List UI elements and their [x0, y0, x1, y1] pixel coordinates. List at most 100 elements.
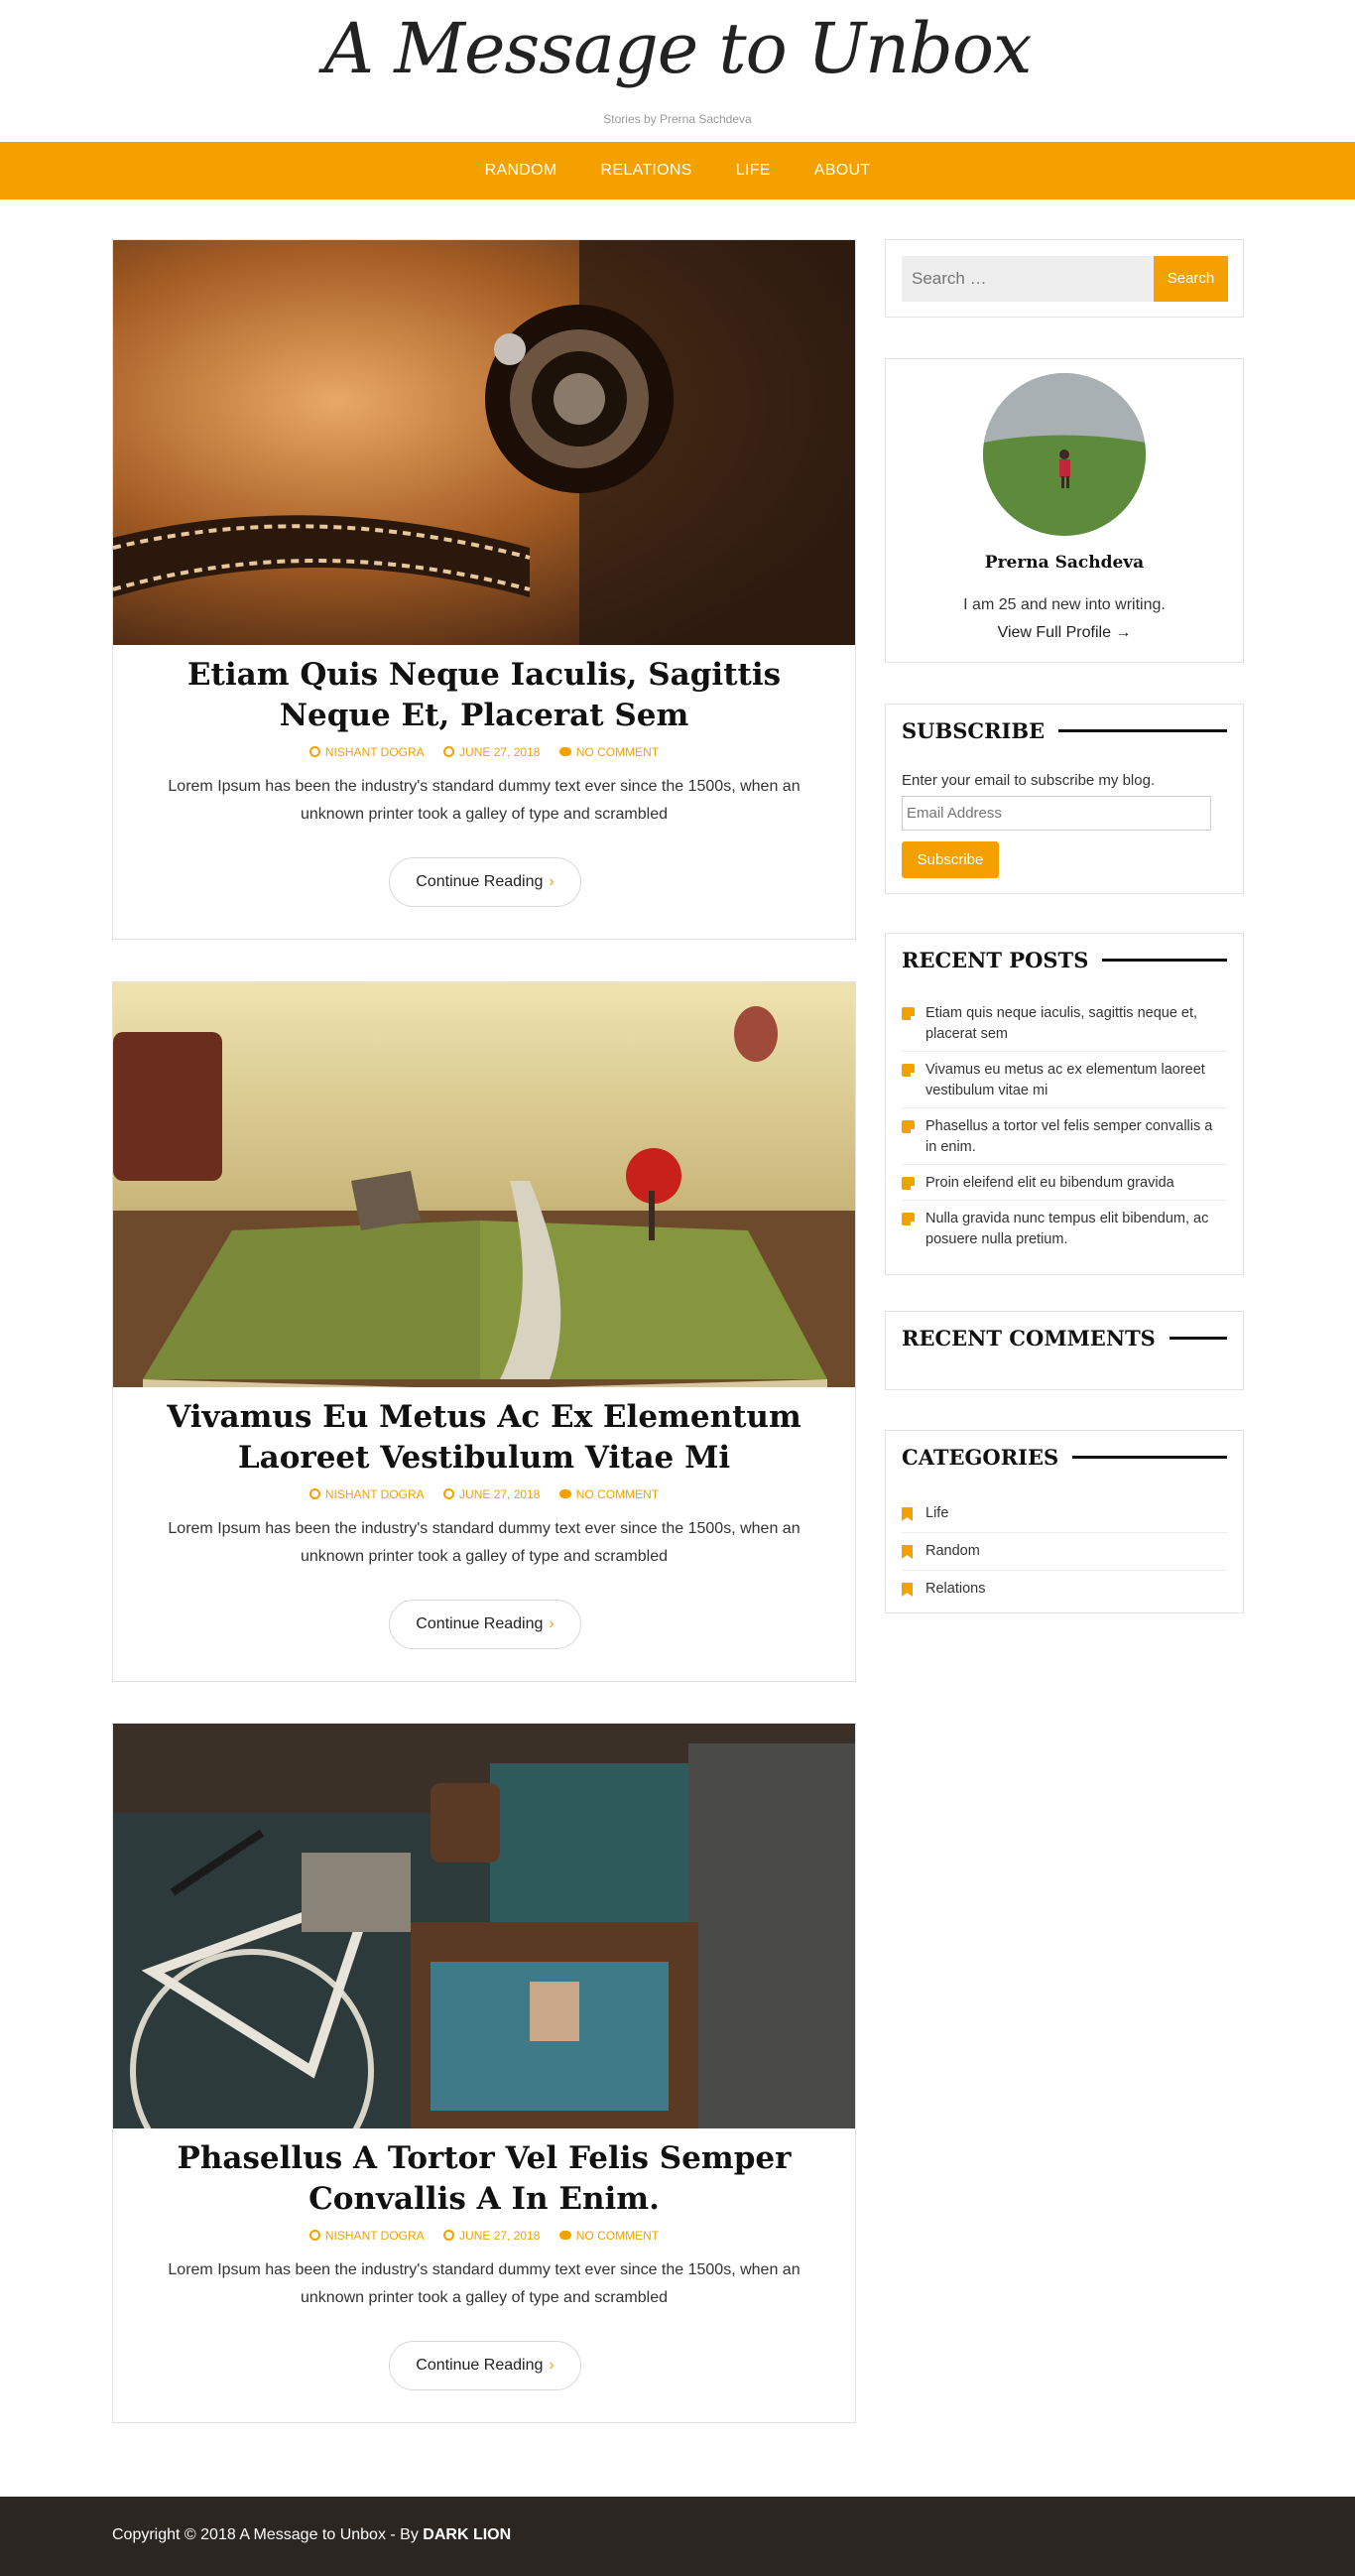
subscribe-text: Enter your email to subscribe my blog.: [902, 772, 1156, 789]
user-icon: [308, 746, 320, 757]
category-item-relations[interactable]: Relations: [902, 1579, 1227, 1600]
document-icon: [902, 1213, 916, 1226]
post-excerpt: Lorem Ipsum has been the industry's stan…: [168, 1520, 801, 1565]
widget-title: RECENT POSTS: [902, 948, 1227, 972]
post-excerpt: Lorem Ipsum has been the industry's stan…: [168, 2261, 801, 2306]
categories-title: CATEGORIES: [902, 1445, 1059, 1470]
title-divider: [1169, 1337, 1227, 1340]
widget-title: CATEGORIES: [902, 1445, 1227, 1470]
bookmark-icon: [902, 1507, 913, 1521]
recent-post-link: Proin eleifend elit eu bibendum gravida: [925, 1175, 1174, 1191]
copyright-label: Copyright © 2018 A Message to Unbox - By: [112, 2526, 424, 2543]
chevron-right-icon: ›: [549, 1615, 554, 1632]
copyright-text: Copyright © 2018 A Message to Unbox - By…: [112, 2526, 511, 2544]
post-title[interactable]: Phasellus A Tortor Vel Felis Semper Conv…: [143, 2138, 825, 2220]
post-author[interactable]: NISHANT DOGRA: [308, 1487, 425, 1501]
post-comments-text: NO COMMENT: [575, 2229, 660, 2243]
recent-post-item[interactable]: Vivamus eu metus ac ex elementum laoreet…: [902, 1060, 1227, 1108]
post-title[interactable]: Etiam Quis Neque Iaculis, Sagittis Neque…: [143, 655, 825, 736]
nav-item-relations[interactable]: RELATIONS: [579, 162, 714, 180]
post-meta: NISHANT DOGRA JUNE 27, 2018 NO COMMENT: [113, 2229, 855, 2243]
post-date-text: JUNE 27, 2018: [459, 2229, 541, 2243]
post-thumbnail-bicycle[interactable]: [113, 1724, 855, 2128]
post-date-text: JUNE 27, 2018: [459, 1487, 541, 1501]
post-comments-text: NO COMMENT: [575, 745, 660, 759]
nav-item-life[interactable]: LIFE: [714, 162, 793, 180]
post-meta: NISHANT DOGRA JUNE 27, 2018 NO COMMENT: [113, 745, 855, 759]
clock-icon: [443, 1488, 455, 1499]
profile-name: Prerna Sachdeva: [984, 553, 1145, 573]
comment-icon: [558, 747, 571, 756]
post-date[interactable]: JUNE 27, 2018: [443, 2229, 540, 2243]
post-thumbnail-camera[interactable]: [113, 240, 855, 645]
credit-link[interactable]: DARK LION: [423, 2526, 511, 2543]
post-date-text: JUNE 27, 2018: [459, 745, 541, 759]
post-author-name: NISHANT DOGRA: [324, 1487, 425, 1501]
subscribe-title: SUBSCRIBE: [902, 718, 1046, 743]
continue-reading-label: Continue Reading: [416, 873, 544, 890]
site-description: Stories by Prerna Sachdeva: [603, 112, 752, 126]
search-input[interactable]: [902, 256, 1154, 302]
post-author-name: NISHANT DOGRA: [324, 745, 425, 759]
bookmark-icon: [902, 1545, 913, 1559]
post-date[interactable]: JUNE 27, 2018: [443, 745, 540, 759]
post-comments[interactable]: NO COMMENT: [558, 1487, 660, 1501]
nav-item-about[interactable]: ABOUT: [793, 162, 893, 180]
post-thumbnail-book[interactable]: [113, 982, 855, 1387]
document-icon: [902, 1120, 916, 1134]
recent-post-link: Vivamus eu metus ac ex elementum laoreet…: [925, 1062, 1205, 1098]
document-icon: [902, 1007, 916, 1021]
site-header: A Message to Unbox Stories by Prerna Sac…: [0, 0, 1355, 142]
title-divider: [1102, 959, 1227, 962]
recent-posts-title: RECENT POSTS: [902, 948, 1089, 972]
search-button[interactable]: Search: [1154, 256, 1228, 302]
site-title[interactable]: A Message to Unbox: [0, 14, 1355, 83]
recent-post-item[interactable]: Etiam quis neque iaculis, sagittis neque…: [902, 1003, 1227, 1052]
avatar: [983, 373, 1146, 536]
title-divider: [1072, 1456, 1227, 1459]
comment-icon: [558, 1489, 571, 1498]
comment-icon: [558, 2231, 571, 2240]
recent-post-link: Phasellus a tortor vel felis semper conv…: [925, 1118, 1213, 1155]
recent-post-item[interactable]: Proin eleifend elit eu bibendum gravida: [902, 1173, 1227, 1201]
clock-icon: [443, 2230, 455, 2241]
post-author[interactable]: NISHANT DOGRA: [308, 2229, 425, 2243]
recent-post-link: Nulla gravida nunc tempus elit bibendum,…: [925, 1211, 1209, 1247]
document-icon: [902, 1064, 916, 1078]
category-item-random[interactable]: Random: [902, 1541, 1227, 1571]
category-link: Random: [925, 1543, 980, 1559]
category-link: Life: [925, 1505, 949, 1521]
category-link: Relations: [925, 1581, 986, 1597]
recent-posts-list: Etiam quis neque iaculis, sagittis neque…: [902, 1003, 1227, 1250]
profile-widget: Prerna Sachdeva I am 25 and new into wri…: [885, 358, 1244, 663]
continue-reading-button[interactable]: Continue Reading ›: [389, 857, 581, 907]
post-title[interactable]: Vivamus Eu Metus Ac Ex Elementum Laoreet…: [143, 1397, 825, 1479]
recent-post-item[interactable]: Nulla gravida nunc tempus elit bibendum,…: [902, 1209, 1227, 1250]
continue-reading-label: Continue Reading: [416, 2357, 544, 2374]
category-item-life[interactable]: Life: [902, 1503, 1227, 1533]
view-full-profile-link[interactable]: View Full Profile →: [886, 624, 1243, 642]
post-comments-text: NO COMMENT: [575, 1487, 660, 1501]
email-field[interactable]: [902, 796, 1211, 831]
recent-post-item[interactable]: Phasellus a tortor vel felis semper conv…: [902, 1116, 1227, 1165]
subscribe-button[interactable]: Subscribe: [902, 841, 999, 878]
search-widget: Search: [885, 239, 1244, 318]
chevron-right-icon: ›: [549, 2357, 554, 2374]
post-card: Etiam Quis Neque Iaculis, Sagittis Neque…: [112, 239, 856, 940]
subscribe-widget: SUBSCRIBE Enter your email to subscribe …: [885, 704, 1244, 894]
post-date[interactable]: JUNE 27, 2018: [443, 1487, 540, 1501]
widget-title: SUBSCRIBE: [902, 718, 1227, 743]
chevron-right-icon: ›: [549, 873, 554, 890]
post-card: Phasellus A Tortor Vel Felis Semper Conv…: [112, 1723, 856, 2423]
post-author[interactable]: NISHANT DOGRA: [308, 745, 425, 759]
post-comments[interactable]: NO COMMENT: [558, 2229, 660, 2243]
widget-title: RECENT COMMENTS: [902, 1326, 1227, 1351]
post-author-name: NISHANT DOGRA: [324, 2229, 425, 2243]
post-comments[interactable]: NO COMMENT: [558, 745, 660, 759]
recent-post-link: Etiam quis neque iaculis, sagittis neque…: [925, 1005, 1198, 1042]
continue-reading-button[interactable]: Continue Reading ›: [389, 2341, 581, 2390]
document-icon: [902, 1177, 916, 1191]
bookmark-icon: [902, 1583, 913, 1597]
continue-reading-button[interactable]: Continue Reading ›: [389, 1600, 581, 1649]
nav-item-random[interactable]: RANDOM: [463, 162, 579, 180]
